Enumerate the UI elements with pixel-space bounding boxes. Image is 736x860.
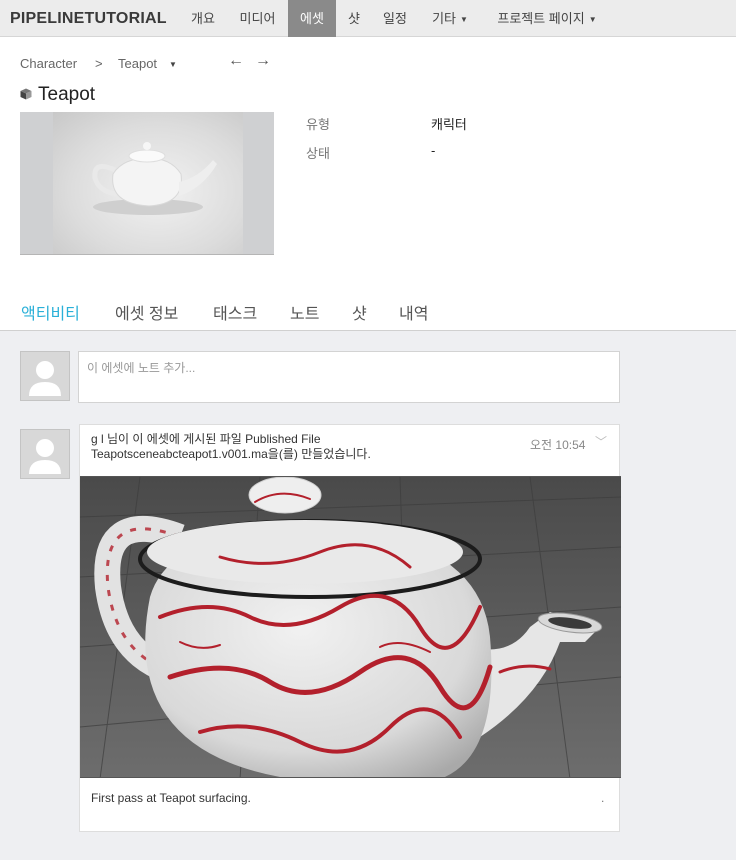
nav-item-other[interactable]: 기타 ▼ (422, 0, 478, 37)
post-text: g l 님이 이 에셋에 게시된 파일 Published File Teapo… (91, 432, 511, 462)
avatar (20, 429, 70, 479)
nav-item-assets[interactable]: 에셋 (288, 0, 336, 37)
nav-item-schedule[interactable]: 일정 (374, 0, 416, 37)
page-title: Teapot (20, 84, 95, 106)
tab-history[interactable]: 내역 (399, 300, 428, 324)
caret-down-icon: ▼ (460, 15, 468, 24)
add-note-input[interactable]: 이 에셋에 노트 추가... (78, 351, 620, 403)
user-silhouette-icon (29, 439, 61, 474)
breadcrumb-separator: > (95, 56, 103, 71)
published-file-link[interactable]: Teapotsceneabcteapot1.v001.ma을(를) 만들었습니다… (91, 447, 511, 462)
chevron-down-icon[interactable]: ﹀ (595, 433, 607, 450)
teapot-thumbnail-illustration (92, 142, 217, 215)
caret-down-icon: ▼ (588, 15, 597, 24)
thumbnail-image (53, 112, 243, 254)
activity-stream: 이 에셋에 노트 추가... g l 님이 이 에셋에 게시된 파일 Publi… (0, 331, 736, 860)
breadcrumb-root[interactable]: Character (20, 56, 77, 71)
nav-item-shots[interactable]: 샷 (338, 0, 370, 37)
avatar (20, 351, 70, 401)
nav-item-project-pages[interactable]: 프로젝트 페이지 ▼ (486, 0, 608, 37)
post-caption: First pass at Teapot surfacing. (91, 791, 251, 805)
breadcrumb-current[interactable]: Teapot ▼ (118, 56, 177, 71)
asset-thumbnail[interactable] (20, 112, 274, 255)
tab-shots[interactable]: 샷 (352, 300, 367, 324)
tab-bar: 액티비티 에셋 정보 태스크 노트 샷 내역 (0, 290, 736, 331)
marble-teapot-render (80, 477, 621, 777)
tab-notes[interactable]: 노트 (290, 300, 319, 324)
caret-down-icon: ▼ (169, 60, 177, 69)
post-timestamp: 오전 10:54 (530, 438, 586, 452)
post-menu-dot[interactable]: . (601, 791, 604, 805)
nav-item-overview[interactable]: 개요 (180, 0, 226, 37)
prev-asset-arrow-icon[interactable]: ← (228, 52, 244, 70)
nav-item-media[interactable]: 미디어 (230, 0, 285, 37)
user-silhouette-icon (29, 361, 61, 396)
tab-tasks[interactable]: 태스크 (213, 300, 257, 324)
published-file-image[interactable] (80, 476, 621, 778)
asset-cube-icon (20, 88, 32, 100)
tab-activity[interactable]: 액티비티 (21, 300, 80, 324)
field-label-type: 유형 (306, 117, 330, 132)
field-value-status[interactable]: - (431, 143, 435, 158)
activity-post-card: g l 님이 이 에셋에 게시된 파일 Published File Teapo… (79, 424, 621, 832)
post-header: g l 님이 이 에셋에 게시된 파일 Published File Teapo… (80, 425, 621, 475)
field-value-type[interactable]: 캐릭터 (431, 114, 467, 133)
brand-logo[interactable]: PIPELINETUTORIAL (10, 0, 167, 37)
tab-asset-info[interactable]: 에셋 정보 (115, 300, 178, 324)
top-nav: PIPELINETUTORIAL 개요 미디어 에셋 샷 일정 기타 ▼ 프로젝트… (0, 0, 736, 37)
field-label-status: 상태 (306, 146, 330, 161)
next-asset-arrow-icon[interactable]: → (255, 52, 271, 70)
